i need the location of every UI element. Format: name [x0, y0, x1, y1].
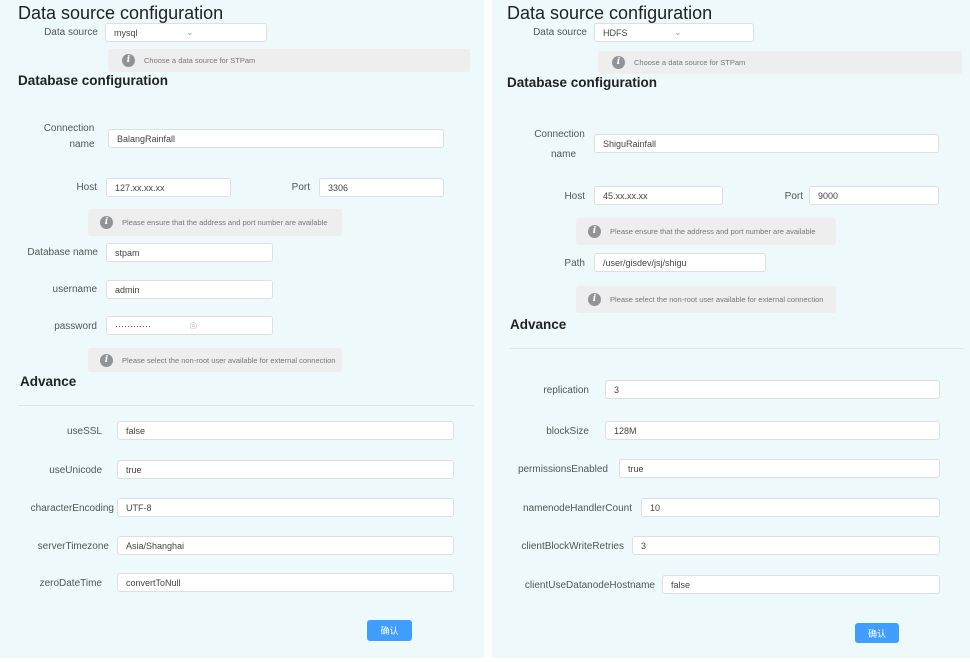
client-block-write-retries-input[interactable]: 3 [632, 536, 940, 555]
permissions-enabled-label: permissionsEnabled [517, 464, 608, 475]
data-source-hint: i Choose a data source for STPam [108, 49, 470, 72]
right-config-panel: Data source configuration Data source HD… [492, 0, 970, 658]
divider [510, 348, 964, 349]
namenode-handler-count-label: namenodeHandlerCount [523, 503, 632, 514]
data-source-value: HDFS [603, 27, 628, 38]
permissions-enabled-input[interactable]: true [619, 459, 940, 478]
username-input[interactable]: admin [106, 280, 273, 299]
database-name-label: Database name [27, 247, 98, 258]
info-icon: i [100, 353, 113, 367]
page-title: Data source configuration [18, 3, 224, 23]
chevron-down-icon: ⌄ [186, 27, 194, 37]
password-label: password [54, 321, 97, 332]
connection-name-label: Connection name [43, 123, 95, 150]
info-icon: i [588, 225, 601, 238]
path-label: Path [564, 258, 585, 269]
port-input[interactable]: 3306 [319, 178, 444, 197]
address-port-hint: i Please ensure that the address and por… [576, 218, 836, 245]
zero-date-time-input[interactable]: convertToNull [117, 573, 454, 592]
host-label: Host [564, 191, 585, 202]
eye-icon[interactable]: ◎ [190, 320, 265, 331]
replication-label: replication [543, 385, 589, 396]
character-encoding-label: characterEncoding [30, 503, 114, 514]
client-use-datanode-hostname-input[interactable]: false [662, 575, 940, 594]
use-unicode-label: useUnicode [49, 465, 102, 476]
data-source-select[interactable]: HDFS ⌄ [594, 23, 754, 42]
divider [18, 405, 474, 406]
address-port-hint: i Please ensure that the address and por… [88, 209, 342, 236]
server-timezone-input[interactable]: Asia/Shanghai [117, 536, 454, 555]
info-icon: i [100, 216, 113, 229]
page-title: Data source configuration [507, 3, 713, 23]
user-hint: i Please select the non-root user availa… [576, 286, 836, 313]
character-encoding-input[interactable]: UTF-8 [117, 498, 454, 517]
advance-heading: Advance [20, 374, 77, 389]
data-source-value: mysql [114, 27, 138, 38]
connection-name-label: Connection name [534, 129, 585, 160]
data-source-hint: i Choose a data source for STPam [598, 51, 962, 74]
info-icon: i [122, 54, 135, 67]
use-ssl-input[interactable]: false [117, 421, 454, 440]
block-size-input[interactable]: 128M [605, 421, 940, 440]
data-source-select[interactable]: mysql ⌄ [105, 23, 267, 42]
confirm-button[interactable]: 确认 [367, 620, 412, 641]
advance-heading: Advance [510, 317, 567, 332]
port-input[interactable]: 9000 [809, 186, 939, 205]
confirm-button[interactable]: 确认 [855, 623, 899, 643]
host-label: Host [76, 182, 97, 193]
path-input[interactable]: /user/gisdev/jsj/shigu [594, 253, 766, 272]
host-input[interactable]: 45.xx.xx.xx [594, 186, 723, 205]
zero-date-time-label: zeroDateTime [39, 578, 102, 589]
block-size-label: blockSize [546, 426, 589, 437]
database-name-input[interactable]: stpam [106, 243, 273, 262]
use-unicode-input[interactable]: true [117, 460, 454, 479]
username-label: username [52, 284, 97, 295]
info-icon: i [588, 293, 601, 306]
info-icon: i [612, 56, 625, 69]
database-config-heading: Database configuration [507, 75, 658, 90]
chevron-down-icon: ⌄ [674, 27, 682, 37]
server-timezone-label: serverTimezone [37, 541, 109, 552]
database-config-heading: Database configuration [18, 73, 169, 88]
connection-name-input[interactable]: BalangRainfall [108, 129, 444, 148]
user-hint: i Please select the non-root user availa… [88, 348, 342, 372]
replication-input[interactable]: 3 [605, 380, 940, 399]
namenode-handler-count-input[interactable]: 10 [641, 498, 940, 517]
connection-name-input[interactable]: ShiguRainfall [594, 134, 939, 153]
host-input[interactable]: 127.xx.xx.xx [106, 178, 231, 197]
data-source-label: Data source [44, 27, 98, 38]
left-config-panel: Data source configuration Data source my… [0, 0, 484, 658]
client-use-datanode-hostname-label: clientUseDatanodeHostname [524, 580, 655, 591]
data-source-label: Data source [533, 27, 587, 38]
use-ssl-label: useSSL [66, 426, 102, 437]
client-block-write-retries-label: clientBlockWriteRetries [521, 541, 624, 552]
password-input[interactable]: ············ ◎ [106, 316, 273, 335]
port-label: Port [291, 182, 310, 193]
port-label: Port [784, 191, 803, 202]
